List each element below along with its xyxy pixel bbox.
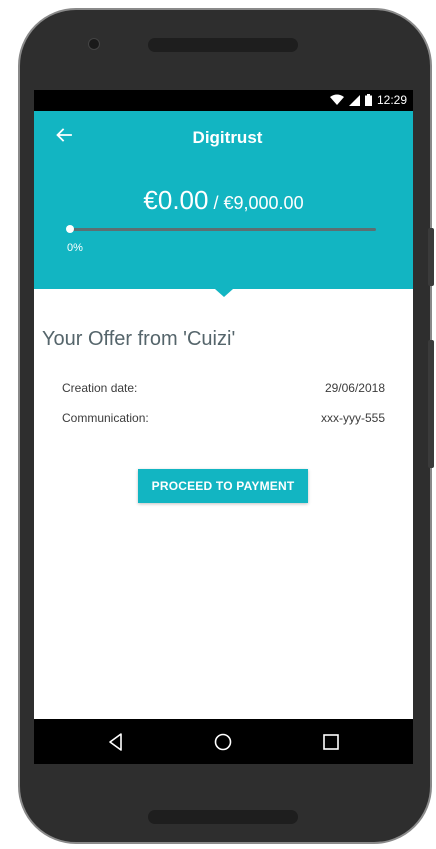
amount-separator: / [208,193,224,213]
nav-back-icon[interactable] [105,731,127,753]
app-title: Digitrust [192,128,263,147]
amount-summary: €0.00 / €9,000.00 [34,185,413,216]
offer-title: Your Offer from 'Cuizi' [42,328,236,350]
android-nav-bar [34,719,413,764]
communication-label: Communication: [62,411,149,425]
wifi-icon [329,94,344,105]
app-header: Digitrust €0.00 / €9,000.00 0% [34,111,413,289]
power-button [428,228,434,286]
progress-percent-label: 0% [67,242,83,254]
header-pointer [215,289,233,297]
status-time: 12:29 [376,93,407,107]
creation-date-value: 29/06/2018 [324,381,385,395]
phone-screen: 12:29 Digitrust €0.00 / €9,000.00 0% You… [34,90,413,764]
signal-icon [348,94,360,106]
volume-button [428,340,434,468]
nav-home-icon[interactable] [212,731,234,753]
payment-progress-bar [66,225,376,233]
battery-icon [364,94,372,106]
amount-total: €9,000.00 [223,193,304,213]
progress-thumb [66,225,74,233]
creation-date-label: Creation date: [62,381,138,395]
earpiece-speaker [148,38,298,52]
proceed-to-payment-button[interactable]: PROCEED TO PAYMENT [138,469,308,503]
amount-paid: €0.00 [143,185,209,215]
bottom-speaker [148,810,298,824]
nav-recent-apps-icon[interactable] [320,731,342,753]
front-camera [88,38,100,50]
status-bar: 12:29 [34,90,413,111]
communication-value: xxx-yyy-555 [320,411,385,425]
